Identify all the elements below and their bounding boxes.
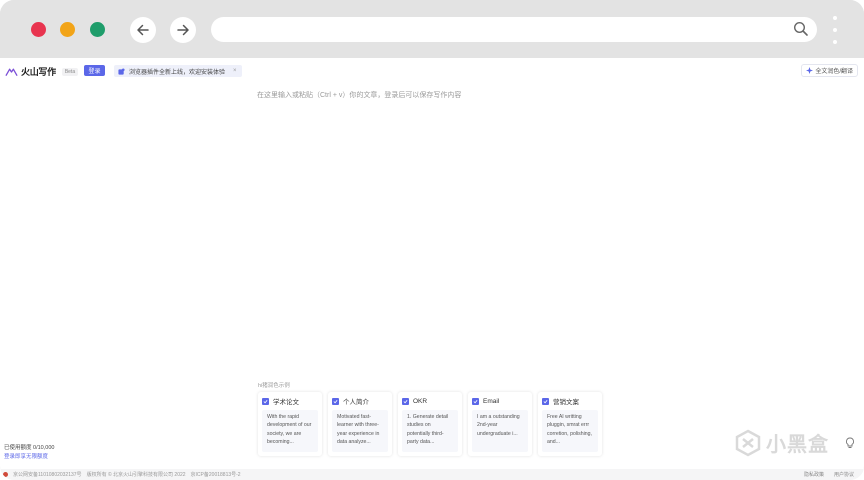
beta-badge: Beta xyxy=(61,67,79,76)
card-text: Free AI writting pluggin, smrat errr cor… xyxy=(542,410,598,452)
close-window-button[interactable] xyxy=(31,22,46,37)
check-icon xyxy=(472,397,479,405)
police-badge-icon xyxy=(3,472,8,477)
example-card-profile[interactable]: 个人简介 Motivated fast-learner with three-y… xyxy=(328,392,392,456)
card-title: Email xyxy=(483,397,500,405)
extension-notice[interactable]: 浏览器插件全新上线，欢迎安装体验 × xyxy=(114,65,242,77)
app-header: 火山写作 Beta 登录 浏览器插件全新上线，欢迎安装体验 × 全文润色/翻译 xyxy=(0,58,864,84)
search-icon[interactable] xyxy=(793,21,809,42)
maximize-window-button[interactable] xyxy=(90,22,105,37)
login-button[interactable]: 登录 xyxy=(84,65,105,76)
minimize-window-button[interactable] xyxy=(60,22,75,37)
usage-panel: 已使用额度 0/10,000 登录即享无限额度 xyxy=(4,444,54,462)
watermark-text: 小黑盒 xyxy=(766,434,829,456)
example-card-email[interactable]: Email I am a outstanding 2nd-year underg… xyxy=(468,392,532,456)
example-card-okr[interactable]: OKR 1. Generate detail studies on potent… xyxy=(398,392,462,456)
sparkle-icon xyxy=(806,67,814,74)
page-content: 火山写作 Beta 登录 浏览器插件全新上线，欢迎安装体验 × 全文润色/翻译 … xyxy=(0,58,864,480)
check-icon xyxy=(332,397,339,405)
address-bar[interactable] xyxy=(211,17,817,42)
close-icon[interactable]: × xyxy=(233,68,237,74)
kebab-menu-icon[interactable] xyxy=(832,16,838,44)
card-title: OKR xyxy=(413,397,428,405)
card-title: 营销文案 xyxy=(553,399,579,406)
police-record[interactable]: 京公网安备11010802032137号 xyxy=(13,471,82,478)
forward-button[interactable] xyxy=(170,17,196,43)
lightbulb-icon[interactable] xyxy=(845,436,855,454)
check-icon xyxy=(262,397,269,405)
arrow-left-icon xyxy=(137,24,149,36)
card-title: 个人简介 xyxy=(343,399,369,406)
app-logo[interactable]: 火山写作 Beta xyxy=(5,65,79,78)
privacy-link[interactable]: 隐私政策 xyxy=(804,471,824,478)
puzzle-icon xyxy=(118,67,125,75)
check-icon xyxy=(542,397,549,405)
example-cards: 学术论文 With the rapid development of our s… xyxy=(258,392,602,456)
browser-window: 火山写作 Beta 登录 浏览器插件全新上线，欢迎安装体验 × 全文润色/翻译 … xyxy=(0,0,864,480)
terms-link[interactable]: 用户协议 xyxy=(834,471,854,478)
copyright: 版权所有 © 北京火山引擎科技有限公司 2022 xyxy=(86,472,186,478)
usage-count: 已使用额度 0/10,000 xyxy=(4,445,55,451)
back-button[interactable] xyxy=(130,17,156,43)
arrow-right-icon xyxy=(177,24,189,36)
unlimited-quota-link[interactable]: 登录即享无限额度 xyxy=(4,453,54,462)
page-footer: 京公网安备11010802032137号 版权所有 © 北京火山引擎科技有限公司… xyxy=(0,469,864,480)
card-title: 学术论文 xyxy=(273,399,299,406)
browser-toolbar xyxy=(0,0,864,58)
xiaoheihe-logo-icon xyxy=(735,429,761,456)
notice-text: 浏览器插件全新上线，欢迎安装体验 xyxy=(129,69,226,76)
editor-placeholder[interactable]: 在这里输入或粘贴（Ctrl + v）你的文章，登录后可以保存写作内容 xyxy=(257,90,461,100)
card-text: 1. Generate detail studies on potentiall… xyxy=(402,410,458,452)
card-text: I am a outstanding 2nd-year undergraduat… xyxy=(472,410,528,452)
check-icon xyxy=(402,397,409,405)
example-card-marketing[interactable]: 营销文案 Free AI writting pluggin, smrat err… xyxy=(538,392,602,456)
watermark: 小黑盒 xyxy=(734,428,829,457)
app-name: 火山写作 xyxy=(21,67,56,77)
examples-label: hi猪润色示例 xyxy=(258,383,290,389)
icp-record[interactable]: 京ICP备20018813号-2 xyxy=(191,471,241,478)
card-text: Motivated fast-learner with three-year e… xyxy=(332,410,388,452)
polish-label: 全文润色/翻译 xyxy=(815,69,853,75)
example-card-academic[interactable]: 学术论文 With the rapid development of our s… xyxy=(258,392,322,456)
full-text-polish-button[interactable]: 全文润色/翻译 xyxy=(801,64,858,77)
volcano-logo-icon xyxy=(5,68,18,76)
card-text: With the rapid development of our societ… xyxy=(262,410,318,452)
